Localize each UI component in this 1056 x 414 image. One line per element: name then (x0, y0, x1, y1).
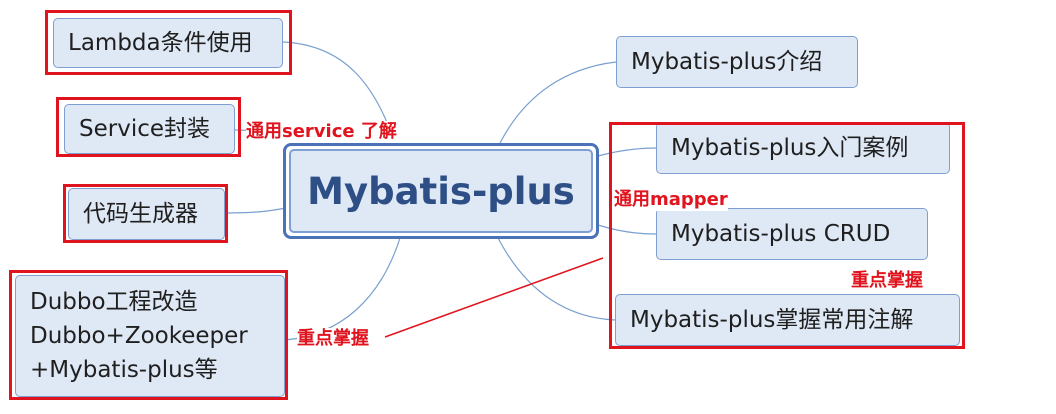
connector-codegen (224, 207, 287, 214)
note-key-left: 重点掌握 (297, 328, 369, 350)
note-service: 通用service 了解 (246, 121, 397, 143)
connector-annotations (497, 237, 616, 321)
highlight-box-dubbo (9, 270, 288, 400)
highlight-pointer-line (384, 257, 604, 338)
connector-dubbo (284, 237, 401, 341)
note-key-right: 重点掌握 (851, 270, 923, 292)
highlight-box-service (56, 97, 241, 157)
node-intro-label: Mybatis-plus介绍 (631, 49, 823, 75)
central-topic[interactable]: Mybatis-plus (283, 143, 599, 239)
central-topic-label: Mybatis-plus (289, 149, 593, 233)
note-mapper: 通用mapper (614, 189, 728, 211)
node-intro[interactable]: Mybatis-plus介绍 (616, 36, 858, 88)
connector-intro (499, 61, 617, 144)
highlight-box-lambda (45, 10, 292, 75)
highlight-box-codegen (63, 184, 228, 243)
highlight-box-right-group (609, 122, 965, 349)
